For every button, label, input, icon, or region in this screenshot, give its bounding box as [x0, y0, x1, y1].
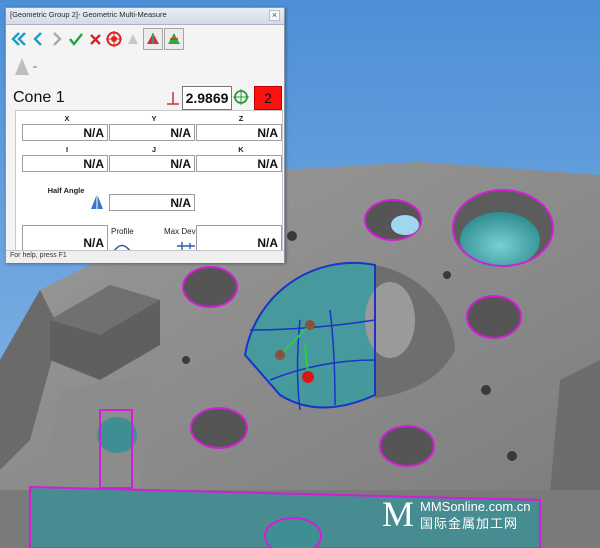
value-y[interactable]: N/A — [109, 124, 195, 141]
measure-grey-icon — [128, 34, 138, 44]
accept-button[interactable] — [67, 29, 85, 49]
feature-name: Cone 1 — [13, 89, 65, 106]
toolbar — [10, 27, 185, 51]
green-pyramid-button[interactable] — [164, 28, 184, 50]
probe-point-2 — [305, 320, 315, 330]
header-k: K — [238, 145, 244, 154]
previous-button[interactable] — [29, 29, 47, 49]
watermark: M MMSonline.com.cn 国际金属加工网 — [382, 494, 562, 534]
double-left-arrow-icon — [11, 32, 26, 46]
cone-angle-icon — [91, 194, 103, 209]
counterbore-cone — [460, 212, 540, 268]
pyramid-red-icon — [147, 33, 159, 44]
dialog-title-bar[interactable]: [Geometric Group 2]- Geometric Multi-Mea… — [6, 8, 284, 25]
value-z[interactable]: N/A — [196, 124, 282, 141]
multi-measure-dialog: [Geometric Group 2]- Geometric Multi-Mea… — [5, 7, 285, 263]
watermark-letter: M — [382, 494, 415, 534]
value-j[interactable]: N/A — [109, 155, 195, 172]
value-i[interactable]: N/A — [22, 155, 108, 172]
header-y: Y — [151, 114, 157, 123]
cone-feature-icon — [15, 58, 37, 75]
status-bar: For help, press F1 — [6, 250, 284, 263]
origin-marker — [302, 371, 314, 383]
probe-point-1 — [275, 350, 285, 360]
watermark-cn: 国际金属加工网 — [420, 516, 519, 531]
position-tolerance-icon — [167, 92, 179, 105]
max-dev-label: Max Dev — [164, 227, 196, 236]
close-button[interactable]: × — [269, 10, 280, 21]
status-count: 2 — [254, 86, 282, 110]
cancel-button[interactable] — [86, 29, 104, 49]
status-text: For help, press F1 — [10, 252, 67, 259]
x-icon — [89, 33, 101, 45]
header-i: I — [65, 145, 69, 154]
value-x[interactable]: N/A — [22, 124, 108, 141]
diameter-value: 2.9869 — [182, 86, 232, 110]
header-z: Z — [238, 114, 244, 123]
right-arrow-icon — [53, 32, 62, 46]
next-button[interactable] — [48, 29, 66, 49]
half-angle-label: Half Angle — [47, 186, 85, 195]
first-button[interactable] — [10, 29, 28, 49]
check-icon — [69, 33, 83, 46]
target-icon — [106, 31, 122, 47]
dialog-title: [Geometric Group 2]- Geometric Multi-Mea… — [10, 10, 167, 19]
half-angle-value[interactable]: N/A — [109, 194, 195, 211]
header-j: J — [151, 145, 157, 154]
results-grid: X Y Z N/A N/A N/A I J K N/A N/A N/A Half… — [15, 110, 283, 260]
deviation-icon[interactable] — [231, 87, 251, 107]
profile-label: Profile — [111, 227, 134, 236]
header-x: X — [64, 114, 70, 123]
pyramid-green-icon — [168, 33, 180, 44]
feature-type-dropdown[interactable] — [10, 54, 40, 80]
measure-button-disabled[interactable] — [124, 29, 142, 49]
target-button[interactable] — [105, 29, 123, 49]
left-arrow-icon — [33, 32, 42, 46]
red-pyramid-button[interactable] — [143, 28, 163, 50]
watermark-site: MMSonline.com.cn — [420, 499, 531, 514]
value-k[interactable]: N/A — [196, 155, 282, 172]
